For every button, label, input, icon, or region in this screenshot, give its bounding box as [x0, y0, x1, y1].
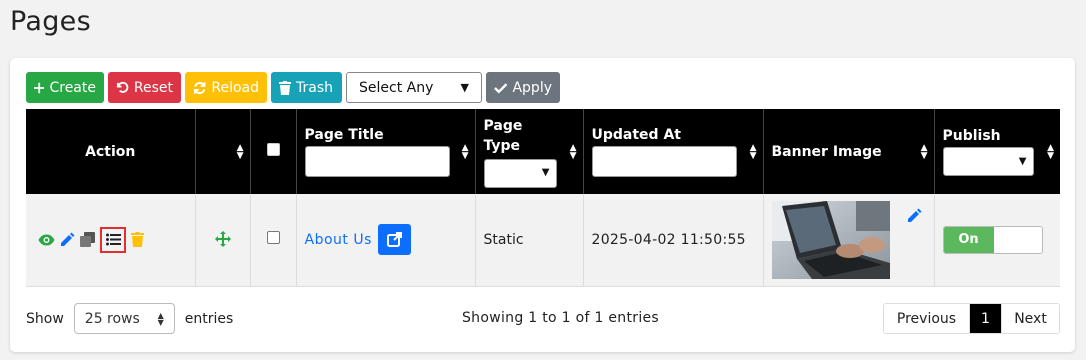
publish-toggle-on: On [943, 226, 994, 253]
reload-button[interactable]: Reload [185, 72, 267, 103]
col-page-title: Page Title ▲ ▼ [296, 109, 476, 194]
chevron-down-icon: ▼ [1018, 155, 1027, 167]
col-banner-image: Banner Image ▲ ▼ [763, 109, 935, 194]
reset-button[interactable]: Reset [108, 72, 181, 103]
updated-at-value: 2025-04-02 11:50:55 [591, 231, 746, 248]
undo-icon [116, 81, 129, 93]
list-icon[interactable] [100, 226, 126, 253]
trash-icon[interactable] [131, 232, 144, 248]
col-page-title-label: Page Title [304, 126, 384, 143]
pages-table: Action ▲ ▼ Page Title ▲ ▼ Page Type ▼ ▲ … [26, 109, 1060, 287]
eye-icon[interactable] [38, 234, 55, 246]
col-banner-image-label: Banner Image [771, 143, 882, 160]
create-button[interactable]: Create [26, 72, 104, 103]
row-page-title-cell: About Us [296, 194, 476, 287]
pencil-icon [907, 208, 921, 222]
plus-icon [34, 82, 45, 93]
external-link-button[interactable] [377, 224, 411, 256]
rows-per-page-value: 25 rows [84, 310, 140, 327]
apply-button-label: Apply [512, 79, 552, 96]
entries-label: entries [184, 310, 234, 327]
col-action-label: Action [85, 143, 136, 160]
row-actions-cell [26, 194, 196, 287]
table-header-row: Action ▲ ▼ Page Title ▲ ▼ Page Type ▼ ▲ … [26, 109, 1060, 194]
col-updated-at-label: Updated At [591, 126, 681, 143]
pages-card: Create Reset Reload Trash Select Any ▼ A… [10, 58, 1075, 352]
col-page-type-label-1: Page [483, 117, 523, 134]
page-type-filter-select[interactable]: ▼ [483, 158, 557, 188]
sort-icon[interactable]: ▲ ▼ [921, 143, 928, 160]
col-updated-at: Updated At ▲ ▼ [583, 109, 764, 194]
create-button-label: Create [49, 79, 96, 96]
pagination-page-1[interactable]: 1 [970, 304, 1002, 333]
banner-image [771, 200, 890, 279]
page-title-filter-input[interactable] [304, 145, 450, 177]
reload-button-label: Reload [211, 79, 259, 96]
trash-button[interactable]: Trash [271, 72, 342, 103]
page-length-control: Show 25 rows ▲ ▼ entries [26, 303, 233, 334]
trash-icon [279, 80, 291, 95]
sort-icon[interactable]: ▲ ▼ [237, 143, 244, 160]
table-info: Showing 1 to 1 of 1 entries [462, 310, 660, 326]
pagination-next[interactable]: Next [1002, 304, 1059, 333]
updated-at-filter-input[interactable] [591, 145, 737, 177]
pencil-icon[interactable] [60, 232, 75, 247]
col-publish-label: Publish [942, 127, 1001, 144]
external-link-icon [386, 232, 402, 248]
page-title-link[interactable]: About Us [305, 232, 372, 248]
row-drag-cell [195, 194, 251, 287]
chevron-down-icon: ▼ [541, 167, 550, 178]
col-action: Action [26, 109, 196, 194]
bulk-action-select[interactable]: Select Any ▼ [346, 72, 482, 103]
chevron-down-icon: ▼ [460, 81, 469, 94]
sort-icon[interactable]: ▲ ▼ [462, 143, 469, 160]
row-actions [34, 226, 187, 253]
move-icon[interactable] [204, 228, 242, 252]
check-icon [494, 82, 508, 94]
col-publish: Publish ▼ ▲ ▼ [934, 109, 1060, 194]
edit-banner-button[interactable] [907, 208, 922, 227]
row-banner-cell [763, 194, 935, 287]
toolbar: Create Reset Reload Trash Select Any ▼ A… [26, 72, 560, 103]
col-page-type-label-2: Type [483, 137, 521, 154]
select-all-checkbox[interactable] [266, 143, 280, 156]
bulk-action-value: Select Any [359, 79, 434, 96]
apply-button[interactable]: Apply [486, 72, 560, 103]
trash-button-label: Trash [296, 79, 333, 96]
col-page-type: Page Type ▼ ▲ ▼ [475, 109, 584, 194]
col-order[interactable]: ▲ ▼ [195, 109, 251, 194]
row-page-type-cell: Static [475, 194, 584, 287]
reset-button-label: Reset [133, 79, 173, 96]
publish-toggle[interactable]: On [942, 225, 1043, 254]
rows-per-page-select[interactable]: 25 rows ▲ ▼ [73, 303, 175, 334]
page-title: Pages [10, 6, 91, 37]
copy-icon[interactable] [80, 232, 95, 248]
row-updated-at-cell: 2025-04-02 11:50:55 [583, 194, 764, 287]
row-publish-cell: On [934, 194, 1060, 287]
table-row: About Us Static 2025-04-02 11:50:55 On [26, 194, 1060, 287]
sync-icon [193, 81, 206, 94]
page-type-value: Static [483, 231, 524, 248]
row-select-cell [250, 194, 297, 287]
row-checkbox[interactable] [266, 231, 280, 245]
pagination-previous[interactable]: Previous [884, 304, 970, 333]
sort-icon[interactable]: ▲ ▼ [570, 143, 577, 160]
sort-icon[interactable]: ▲ ▼ [1047, 143, 1054, 160]
show-label: Show [26, 310, 64, 327]
publish-filter-select[interactable]: ▼ [942, 146, 1034, 176]
sort-icon[interactable]: ▲ ▼ [750, 143, 757, 160]
pagination: Previous 1 Next [883, 303, 1060, 334]
col-select-all [250, 109, 297, 194]
sort-icon: ▲ ▼ [157, 310, 164, 327]
